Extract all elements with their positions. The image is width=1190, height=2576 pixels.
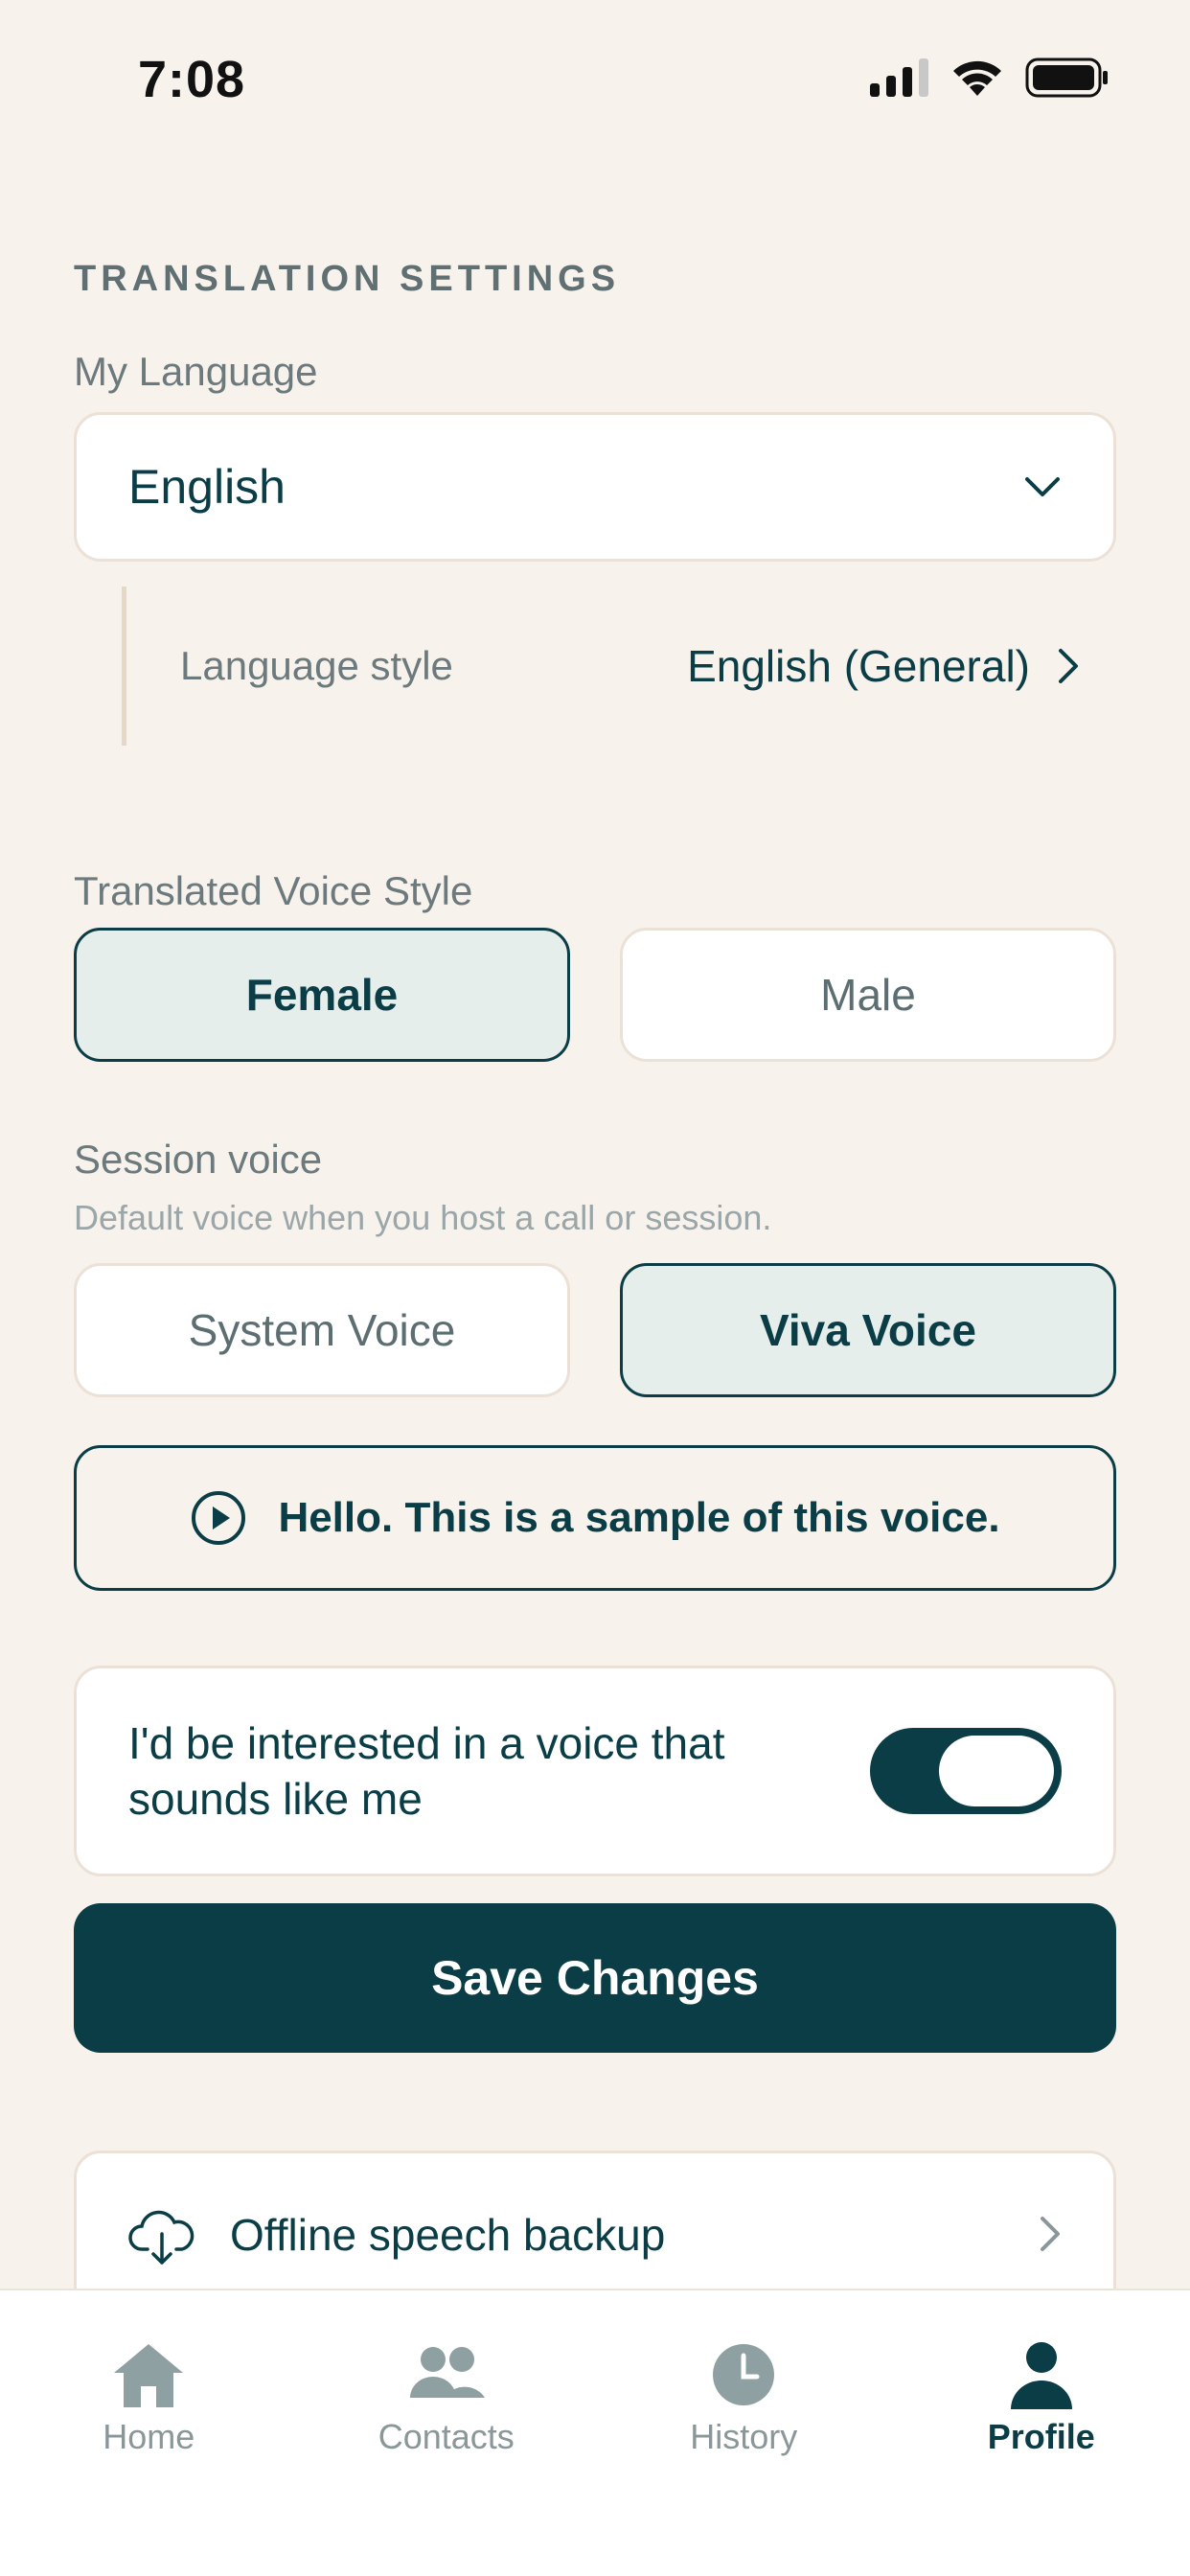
male-option[interactable]: Male <box>620 928 1116 1062</box>
tab-home[interactable]: Home <box>0 2290 298 2576</box>
battery-icon <box>1025 58 1108 98</box>
status-icons <box>870 58 1110 98</box>
tab-history-label: History <box>690 2417 798 2456</box>
status-time: 7:08 <box>138 51 246 108</box>
section-title: TRANSLATION SETTINGS <box>74 259 621 299</box>
cloud-download-icon <box>128 2210 195 2265</box>
tab-profile[interactable]: Profile <box>893 2290 1190 2576</box>
language-select-value: English <box>128 460 286 514</box>
chevron-down-icon <box>1025 477 1060 496</box>
home-icon <box>114 2344 184 2407</box>
signal-icon <box>870 58 928 97</box>
system-voice-option[interactable]: System Voice <box>74 1263 570 1397</box>
voice-sample-text: Hello. This is a sample of this voice. <box>278 1494 1000 1541</box>
tab-history[interactable]: History <box>595 2290 893 2576</box>
language-style-label: Language style <box>180 643 453 688</box>
my-language-label: My Language <box>74 349 318 394</box>
language-select[interactable]: English <box>74 412 1116 562</box>
chevron-right-icon <box>1059 649 1078 683</box>
tab-contacts[interactable]: Contacts <box>298 2290 596 2576</box>
play-icon <box>192 1491 246 1545</box>
voice-like-me-text: I'd be interested in a voice that sounds… <box>128 1718 725 1824</box>
clock-icon <box>713 2344 775 2405</box>
chevron-right-icon <box>1041 2217 1060 2251</box>
save-changes-button[interactable]: Save Changes <box>74 1903 1116 2053</box>
tab-profile-label: Profile <box>987 2417 1095 2456</box>
voice-sample-button[interactable]: Hello. This is a sample of this voice. <box>74 1445 1116 1591</box>
tab-bar: Home Contacts History Profile <box>0 2288 1190 2576</box>
language-style-value: English (General) <box>687 641 1030 691</box>
session-voice-label: Session voice <box>74 1137 323 1182</box>
wifi-icon <box>953 60 1001 96</box>
person-icon <box>1010 2342 1072 2409</box>
voice-like-me-card: I'd be interested in a voice that sounds… <box>74 1666 1116 1876</box>
toggle-knob <box>939 1736 1054 1806</box>
voice-like-me-toggle[interactable] <box>870 1728 1062 1814</box>
session-voice-description: Default voice when you host a call or se… <box>74 1198 772 1237</box>
viva-voice-option[interactable]: Viva Voice <box>620 1263 1116 1397</box>
tab-home-label: Home <box>103 2417 195 2456</box>
tab-contacts-label: Contacts <box>378 2417 515 2456</box>
offline-speech-backup-label: Offline speech backup <box>230 2210 666 2260</box>
profile-settings-screen: 7:08 TRANSLATION SETTINGS My Language En… <box>0 0 1190 2576</box>
female-option[interactable]: Female <box>74 928 570 1062</box>
contacts-icon <box>409 2347 485 2398</box>
voice-style-label: Translated Voice Style <box>74 868 473 913</box>
language-style-row[interactable]: Language style English (General) <box>122 586 1080 746</box>
